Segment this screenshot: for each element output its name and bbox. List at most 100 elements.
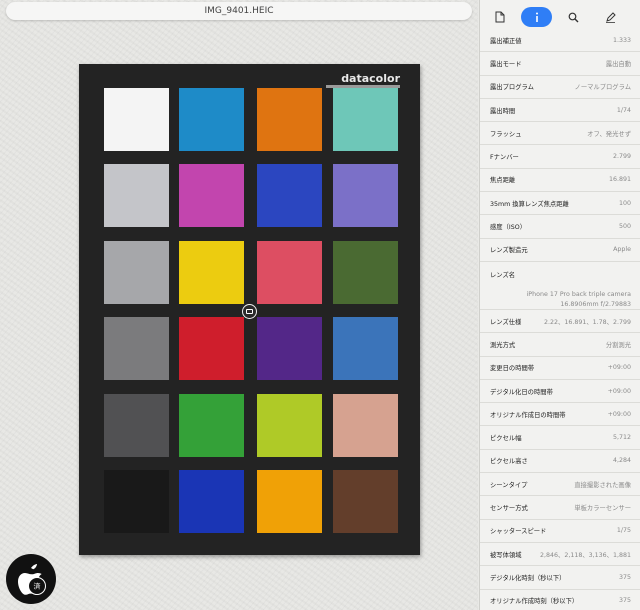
metadata-label: 測光方式: [490, 341, 516, 349]
metadata-row: センサー方式 単板カラーセンサー: [480, 496, 640, 520]
color-patch: [104, 164, 169, 227]
metadata-row: シーンタイプ 直接撮影された画像: [480, 473, 640, 497]
metadata-label: シャッタースピード: [490, 528, 547, 536]
metadata-value: 4,284: [612, 457, 631, 465]
metadata-label: 感度（ISO）: [490, 224, 526, 232]
metadata-value: 2.22、16.891、1.78、2.799: [544, 318, 631, 326]
color-patch: [333, 241, 398, 304]
metadata-label: 焦点距離: [490, 177, 516, 185]
color-patch: [179, 241, 244, 304]
color-patch: [333, 317, 398, 380]
image-viewer[interactable]: IMG_9401.HEIC datacolor 済: [0, 0, 478, 610]
metadata-row: 測光方式 分割測光: [480, 333, 640, 357]
metadata-value: 2,846、2,118、3,136、1,881: [540, 551, 631, 559]
color-patch: [179, 394, 244, 457]
metadata-row: 35mm 換算レンズ焦点距離 100: [480, 192, 640, 216]
metadata-label: オリジナル作成日の時間帯: [490, 411, 566, 419]
metadata-row: 感度（ISO） 500: [480, 215, 640, 239]
color-patch: [104, 317, 169, 380]
metadata-label: 露出時間: [490, 107, 516, 115]
metadata-row: フラッシュ オフ、発光せず: [480, 122, 640, 146]
metadata-row: Fナンバー 2.799: [480, 145, 640, 169]
metadata-value: 露出自動: [605, 60, 631, 68]
color-patch: [257, 241, 322, 304]
color-patch: [179, 88, 244, 151]
metadata-label: 露出プログラム: [490, 84, 534, 92]
metadata-value: 1.333: [612, 36, 631, 44]
info-icon[interactable]: [521, 7, 552, 27]
metadata-label: 35mm 換算レンズ焦点距離: [490, 200, 569, 208]
color-patch: [104, 88, 169, 151]
metadata-label: ピクセル高さ: [490, 458, 528, 466]
metadata-label: フラッシュ: [490, 130, 522, 138]
metadata-value: +09:00: [607, 410, 631, 418]
color-patch: [179, 317, 244, 380]
metadata-label: デジタル化時刻（秒以下）: [490, 574, 566, 582]
inspector-toolbar: [484, 6, 636, 28]
color-patch: [104, 470, 169, 533]
metadata-row: デジタル化時刻（秒以下） 375: [480, 566, 640, 590]
document-icon[interactable]: [484, 7, 515, 27]
metadata-value: 2.799: [612, 153, 631, 161]
metadata-value: 5,712: [612, 434, 631, 442]
metadata-row: 露出時間 1/74: [480, 99, 640, 123]
inspector-panel: 露出補正値 1.333 露出モード 露出自動 露出プログラム ノーマルプログラム 露出時間 1…: [479, 0, 640, 610]
metadata-row: 露出補正値 1.333: [480, 29, 640, 53]
metadata-row: ピクセル高さ 4,284: [480, 450, 640, 474]
color-patch: [257, 88, 322, 151]
color-patch: [333, 394, 398, 457]
metadata-label: 露出補正値: [490, 37, 522, 45]
metadata-label: Fナンバー: [490, 154, 519, 162]
color-patch: [257, 164, 322, 227]
brand-logo: datacolor: [341, 72, 400, 85]
metadata-row: オリジナル作成日の時間帯 +09:00: [480, 403, 640, 427]
metadata-value: +09:00: [607, 364, 631, 372]
metadata-row: レンズ仕様 2.22、16.891、1.78、2.799: [480, 310, 640, 334]
metadata-value: 375: [618, 573, 631, 581]
pen-icon[interactable]: [595, 7, 626, 27]
color-patch: [179, 164, 244, 227]
apple-logo-icon: 済: [6, 554, 56, 604]
metadata-row: デジタル化日の時間帯 +09:00: [480, 380, 640, 404]
metadata-row: 被写体領域 2,846、2,118、3,136、1,881: [480, 543, 640, 567]
metadata-row: 焦点距離 16.891: [480, 169, 640, 193]
metadata-value: 500: [618, 223, 631, 231]
metadata-value: 100: [618, 199, 631, 207]
metadata-label: ピクセル幅: [490, 435, 522, 443]
metadata-value: 1/75: [616, 527, 631, 535]
metadata-label: 変更日の時間帯: [490, 365, 535, 373]
metadata-value: ノーマルプログラム: [574, 84, 631, 92]
svg-text:済: 済: [34, 582, 41, 591]
metadata-label: シーンタイプ: [490, 481, 528, 489]
metadata-label: デジタル化日の時間帯: [490, 388, 553, 396]
search-icon[interactable]: [558, 7, 589, 27]
metadata-value: Apple: [613, 246, 631, 254]
metadata-label: 被写体領域: [490, 551, 522, 559]
color-patch: [257, 470, 322, 533]
metadata-row: 変更日の時間帯 +09:00: [480, 357, 640, 380]
window-title: IMG_9401.HEIC: [204, 6, 274, 16]
color-patch: [333, 164, 398, 227]
metadata-value: 単板カラーセンサー: [574, 504, 631, 512]
metadata-value: 直接撮影された画像: [574, 481, 631, 489]
metadata-label: レンズ製造元: [490, 247, 528, 255]
metadata-value: 分割測光: [605, 341, 631, 349]
metadata-row: 露出プログラム ノーマルプログラム: [480, 76, 640, 99]
metadata-row: オリジナル作成時刻（秒以下） 375: [480, 590, 640, 610]
color-patch: [333, 88, 398, 151]
metadata-list: 露出補正値 1.333 露出モード 露出自動 露出プログラム ノーマルプログラム 露出時間 1…: [480, 29, 640, 610]
color-patch: [333, 470, 398, 533]
metadata-row: レンズ製造元 Apple: [480, 239, 640, 262]
color-patch: [257, 317, 322, 380]
metadata-row: レンズ名 iPhone 17 Pro back triple camera 16.…: [480, 262, 640, 310]
metadata-row: シャッタースピード 1/75: [480, 520, 640, 543]
window-title-bar[interactable]: IMG_9401.HEIC: [6, 2, 472, 20]
color-patch: [257, 394, 322, 457]
metadata-label: 露出モード: [490, 60, 522, 68]
live-text-icon[interactable]: [242, 304, 257, 319]
metadata-label: センサー方式: [490, 504, 528, 512]
color-patch: [104, 241, 169, 304]
metadata-value: iPhone 17 Pro back triple camera 16.8906…: [526, 291, 631, 308]
metadata-label: オリジナル作成時刻（秒以下）: [490, 598, 579, 606]
color-patch: [104, 394, 169, 457]
